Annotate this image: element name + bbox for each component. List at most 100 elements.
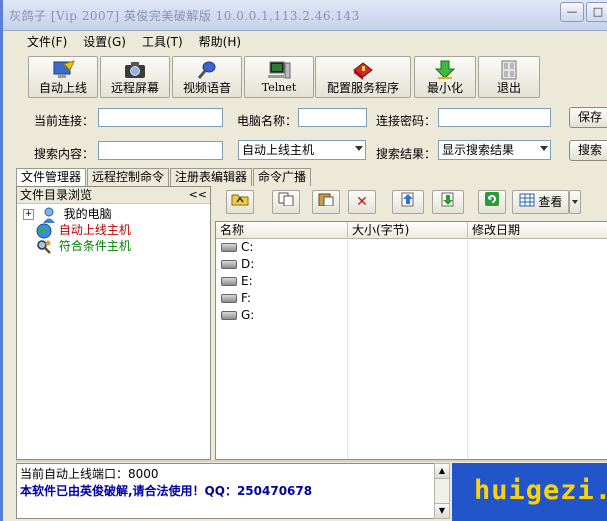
config-server-button[interactable]: 配置服务程序 — [315, 56, 411, 98]
copy-button[interactable] — [272, 190, 300, 214]
config-server-label: 配置服务程序 — [326, 81, 399, 95]
tree-item-label: 自动上线主机 — [58, 223, 131, 237]
upload-button[interactable] — [392, 190, 424, 214]
remote-screen-label: 远程屏幕 — [110, 81, 159, 95]
menu-help[interactable]: 帮助(H) — [191, 32, 249, 52]
view-label: 查看 — [538, 195, 563, 209]
minimize-arrow-icon — [432, 60, 458, 80]
camera-icon — [122, 60, 148, 80]
search-content-label: 搜索内容： — [34, 147, 95, 161]
status-notice-text: 本软件已由英俊破解,请合法使用！QQ：250470678 — [20, 484, 313, 498]
maximize-window-button[interactable]: □ — [586, 2, 607, 22]
menu-file[interactable]: 文件(F) — [19, 32, 75, 52]
banner-ad[interactable]: huigezi.n — [452, 463, 607, 521]
minimize-button[interactable]: 最小化 — [414, 56, 476, 98]
connection-password-field[interactable] — [438, 108, 551, 127]
search-result-select[interactable]: 显示搜索结果 — [438, 140, 551, 160]
title-bar[interactable]: 灰鸽子 [Vip 2007] 英俊完美破解版 10.0.0.1,113.2.46… — [3, 0, 607, 31]
chevron-down-icon — [540, 146, 548, 151]
computer-name-field[interactable] — [298, 108, 367, 127]
auto-online-label: 自动上线 — [38, 81, 87, 95]
menu-tools[interactable]: 工具(T) — [134, 32, 191, 52]
status-log: 当前自动上线端口：8000 本软件已由英俊破解,请合法使用！QQ：2504706… — [16, 463, 446, 519]
tree-item-my-computer[interactable]: + 我的电脑 — [23, 206, 112, 223]
search-button[interactable]: 搜索 — [569, 140, 607, 161]
drive-name: E: — [241, 274, 253, 288]
chevron-down-icon — [572, 200, 578, 204]
view-button[interactable]: 查看 — [512, 190, 569, 214]
pane-splitter[interactable] — [16, 460, 607, 462]
remote-screen-button[interactable]: 远程屏幕 — [100, 56, 170, 98]
tab-registry-editor[interactable]: 注册表编辑器 — [170, 168, 253, 186]
tab-command-broadcast[interactable]: 命令广播 — [253, 168, 312, 186]
telnet-button[interactable]: Telnet — [244, 56, 314, 98]
drive-icon — [221, 277, 237, 286]
delete-x-icon: ✕ — [356, 194, 368, 210]
search-scope-select[interactable]: 自动上线主机 — [238, 140, 366, 160]
window-title: 灰鸽子 [Vip 2007] 英俊完美破解版 10.0.0.1,113.2.46… — [9, 9, 360, 23]
search-row: 搜索内容： 自动上线主机 搜索结果： 显示搜索结果 搜索 — [19, 140, 607, 164]
current-connection-field[interactable] — [98, 108, 223, 127]
folder-up-icon — [231, 194, 249, 210]
auto-online-button[interactable]: 自动上线 — [28, 56, 98, 98]
status-port-text: 当前自动上线端口：8000 — [20, 467, 159, 481]
minimize-label: 最小化 — [426, 81, 463, 95]
minimize-window-button[interactable]: — — [560, 2, 584, 22]
expand-toggle[interactable]: + — [23, 209, 34, 220]
exit-door-icon — [496, 60, 522, 80]
delete-button[interactable]: ✕ — [348, 190, 376, 214]
drive-icon — [221, 311, 237, 320]
tab-bar: 文件管理器 远程控制命令 注册表编辑器 命令广播 — [16, 168, 312, 187]
config-server-icon — [350, 60, 376, 80]
scroll-up-arrow-icon[interactable]: ▲ — [435, 464, 449, 479]
menu-bar: 文件(F) 设置(G) 工具(T) 帮助(H) — [19, 32, 249, 52]
search-scope-value: 自动上线主机 — [242, 143, 315, 157]
auto-online-icon — [50, 60, 76, 80]
table-row[interactable]: C: — [216, 239, 607, 256]
exit-button[interactable]: 退出 — [478, 56, 540, 98]
collapse-pane-button[interactable]: << — [189, 187, 207, 203]
user-computer-icon — [41, 207, 57, 223]
up-folder-button[interactable] — [226, 190, 254, 214]
download-icon — [439, 192, 457, 211]
scroll-down-arrow-icon[interactable]: ▼ — [435, 503, 449, 518]
search-content-field[interactable] — [98, 141, 223, 160]
tab-remote-commands[interactable]: 远程控制命令 — [87, 168, 170, 186]
view-dropdown-button[interactable] — [569, 190, 581, 214]
paste-button[interactable] — [312, 190, 340, 214]
tree-item-auto-online-hosts[interactable]: 自动上线主机 — [36, 222, 131, 238]
save-button[interactable]: 保存 — [569, 107, 607, 128]
banner-text: huigezi.n — [474, 475, 607, 506]
directory-tree-pane: 文件目录浏览 << + 我的电脑 自动上线主机 符合条件主机 — [16, 186, 211, 460]
refresh-button[interactable] — [478, 190, 506, 214]
telnet-computer-icon — [266, 60, 292, 80]
drive-name: G: — [241, 308, 255, 322]
table-row[interactable]: F: — [216, 290, 607, 307]
menu-settings[interactable]: 设置(G) — [75, 32, 134, 52]
table-row[interactable]: D: — [216, 256, 607, 273]
column-header-modified[interactable]: 修改日期 — [468, 222, 607, 238]
telnet-label: Telnet — [261, 81, 297, 94]
drive-icon — [221, 243, 237, 252]
search-user-icon — [36, 239, 52, 255]
tab-file-manager[interactable]: 文件管理器 — [16, 168, 87, 187]
table-row[interactable]: G: — [216, 307, 607, 324]
refresh-icon — [484, 192, 500, 211]
download-button[interactable] — [432, 190, 464, 214]
tree-item-label: 符合条件主机 — [58, 239, 131, 253]
computer-name-label: 电脑名称： — [237, 114, 298, 128]
table-row[interactable]: E: — [216, 273, 607, 290]
column-header-name[interactable]: 名称 — [216, 222, 348, 238]
upload-icon — [399, 192, 417, 211]
search-result-value: 显示搜索结果 — [442, 143, 515, 157]
copy-icon — [277, 192, 295, 210]
current-connection-label: 当前连接： — [34, 114, 95, 128]
video-voice-label: 视频语音 — [182, 81, 231, 95]
video-voice-button[interactable]: 视频语音 — [172, 56, 242, 98]
status-scrollbar[interactable]: ▲ ▼ — [434, 463, 450, 519]
drive-icon — [221, 294, 237, 303]
drive-icon — [221, 260, 237, 269]
column-header-size[interactable]: 大小(字节) — [348, 222, 468, 238]
globe-icon — [36, 223, 52, 239]
tree-item-matching-hosts[interactable]: 符合条件主机 — [36, 238, 131, 254]
